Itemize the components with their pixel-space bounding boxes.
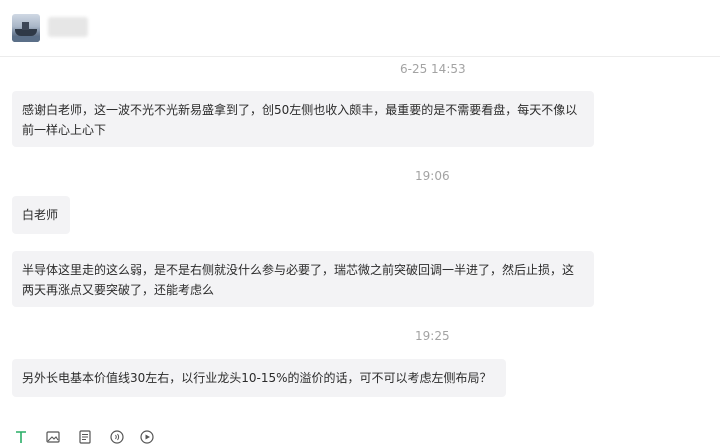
image-button[interactable] bbox=[46, 430, 60, 444]
message-text: 感谢白老师，这一波不光不光新易盛拿到了，创50左侧也收入颇丰，最重要的是不需要看… bbox=[22, 103, 578, 137]
voice-icon bbox=[110, 430, 124, 444]
input-toolbar bbox=[0, 425, 720, 444]
message-list[interactable]: 6-25 14:53 感谢白老师，这一波不光不光新易盛拿到了，创50左侧也收入颇… bbox=[0, 57, 720, 423]
contact-avatar[interactable] bbox=[12, 14, 40, 42]
timestamp: 19:06 bbox=[415, 169, 450, 183]
message-text: 另外长电基本价值线30左右，以行业龙头10-15%的溢价的话，可不可以考虑左侧布… bbox=[22, 371, 492, 385]
document-button[interactable] bbox=[78, 430, 92, 444]
avatar-ship-tower bbox=[22, 22, 29, 30]
voice-button[interactable] bbox=[110, 430, 124, 444]
text-format-icon bbox=[16, 431, 26, 443]
video-play-button[interactable] bbox=[140, 430, 154, 444]
message-bubble[interactable]: 半导体这里走的这么弱，是不是右侧就没什么参与必要了，瑞芯微之前突破回调一半进了，… bbox=[12, 251, 594, 307]
text-format-button[interactable] bbox=[14, 430, 28, 444]
timestamp: 6-25 14:53 bbox=[400, 62, 466, 76]
document-icon bbox=[79, 430, 91, 444]
contact-name bbox=[48, 17, 88, 37]
video-play-icon bbox=[140, 430, 154, 444]
timestamp: 19:25 bbox=[415, 329, 450, 343]
message-bubble[interactable]: 白老师 bbox=[12, 196, 70, 234]
chat-header bbox=[0, 0, 720, 57]
message-text: 白老师 bbox=[22, 208, 59, 222]
message-bubble[interactable]: 另外长电基本价值线30左右，以行业龙头10-15%的溢价的话，可不可以考虑左侧布… bbox=[12, 359, 506, 397]
avatar-ship bbox=[15, 29, 37, 36]
message-bubble[interactable]: 感谢白老师，这一波不光不光新易盛拿到了，创50左侧也收入颇丰，最重要的是不需要看… bbox=[12, 91, 594, 147]
avatar-sea bbox=[12, 36, 40, 42]
message-text: 半导体这里走的这么弱，是不是右侧就没什么参与必要了，瑞芯微之前突破回调一半进了，… bbox=[22, 263, 575, 297]
image-icon bbox=[46, 431, 60, 443]
